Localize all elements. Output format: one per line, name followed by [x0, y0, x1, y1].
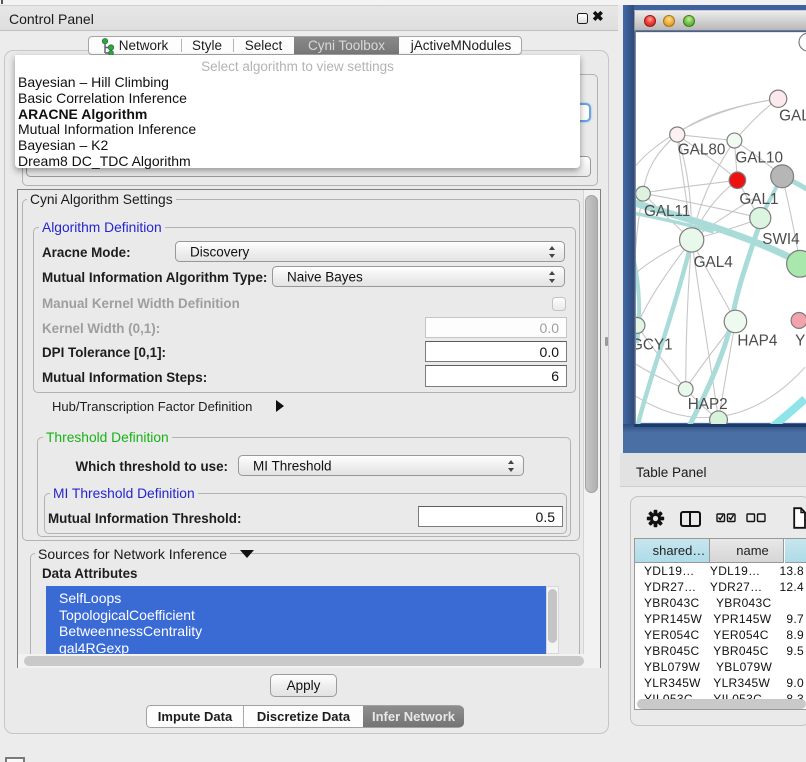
svg-text:GAL10: GAL10 [735, 149, 783, 166]
svg-text:GCY1: GCY1 [635, 336, 673, 353]
svg-text:HAP4: HAP4 [737, 332, 777, 349]
svg-text:GAL4: GAL4 [694, 254, 734, 271]
svg-text:GAL2: GAL2 [779, 108, 806, 125]
svg-text:GAL1: GAL1 [739, 191, 778, 208]
svg-text:GAL80: GAL80 [678, 141, 726, 158]
svg-text:SWI4: SWI4 [762, 231, 800, 248]
svg-text:GAL11: GAL11 [644, 203, 691, 220]
svg-text:YBR: YBR [795, 332, 806, 349]
svg-text:HAP2: HAP2 [688, 396, 728, 413]
